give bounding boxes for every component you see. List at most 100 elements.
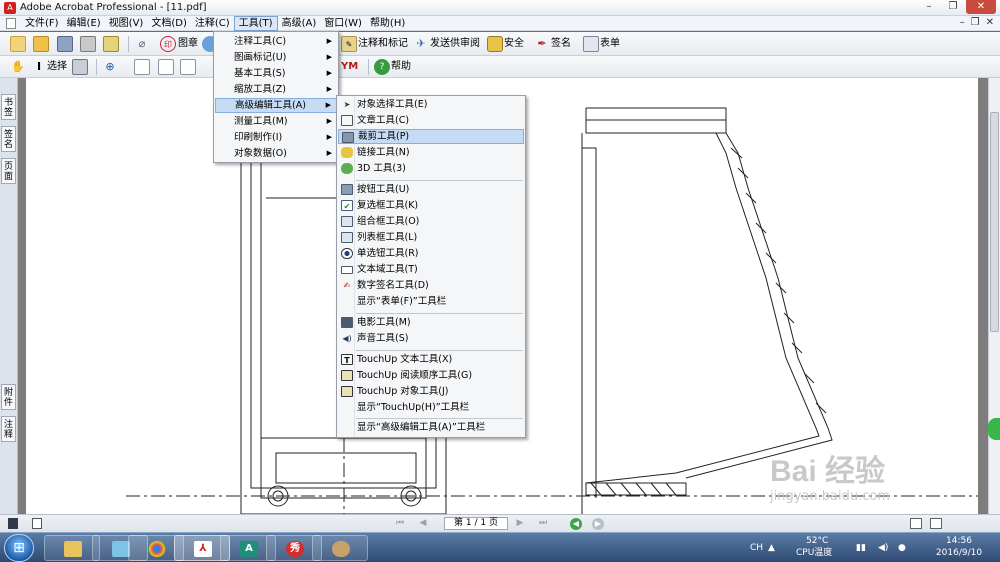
comment-markup-label[interactable]: 注释和标记 xyxy=(358,36,408,52)
doc-close-button[interactable]: ✕ xyxy=(986,17,994,28)
menu-advanced[interactable]: 高级(A) xyxy=(278,16,321,31)
submenu-item-button[interactable]: 按钮工具(U) xyxy=(338,182,524,197)
page-indicator[interactable]: 第 1 / 1 页 xyxy=(444,517,508,530)
single-page-icon[interactable] xyxy=(910,518,922,529)
submenu-item-touchup-object[interactable]: TouchUp 对象工具(J) xyxy=(338,384,524,399)
send-review-icon[interactable]: ✈ xyxy=(413,36,429,52)
tab-pages[interactable]: 页面 xyxy=(1,158,16,184)
forms-icon[interactable] xyxy=(583,36,599,52)
menu-window[interactable]: 窗口(W) xyxy=(320,16,366,31)
vertical-scrollbar[interactable] xyxy=(988,78,1000,514)
pen-icon[interactable]: ✒ xyxy=(534,36,550,52)
fit-width-icon[interactable] xyxy=(180,59,196,75)
menu-comments[interactable]: 注释(C) xyxy=(191,16,234,31)
volume-icon[interactable]: ◀) xyxy=(878,543,888,554)
input-language[interactable]: CH xyxy=(750,543,763,554)
typewriter-label[interactable]: YM xyxy=(341,59,358,75)
next-page-button[interactable]: ▶ xyxy=(513,517,527,530)
forms-label[interactable]: 表单 xyxy=(600,36,620,52)
menu-item-zoom-tools[interactable]: 缩放工具(Z) ▶ xyxy=(215,82,337,97)
hand-tool-icon[interactable]: ✋ xyxy=(10,59,26,75)
organize-icon[interactable] xyxy=(103,36,119,52)
create-pdf-icon[interactable] xyxy=(10,36,26,52)
menu-item-print-production[interactable]: 印刷制作(I) ▶ xyxy=(215,130,337,145)
send-review-label[interactable]: 发送供审阅 xyxy=(430,36,480,52)
menu-tools[interactable]: 工具(T) xyxy=(233,15,278,31)
clock-time[interactable]: 14:56 xyxy=(933,536,985,547)
menu-item-comment-tools[interactable]: 注释工具(C) ▶ xyxy=(215,34,337,49)
side-action-button[interactable] xyxy=(988,418,1000,440)
menu-view[interactable]: 视图(V) xyxy=(105,16,148,31)
submenu-item-link[interactable]: 链接工具(N) xyxy=(338,145,524,160)
page-size-icon[interactable] xyxy=(32,518,42,529)
submenu-item-show-advanced-toolbar[interactable]: 显示“高级编辑工具(A)”工具栏 xyxy=(338,420,524,435)
submenu-item-combobox[interactable]: 组合框工具(O) xyxy=(338,214,524,229)
submenu-item-sound[interactable]: ◀) 声音工具(S) xyxy=(338,331,524,346)
submenu-item-movie[interactable]: 电影工具(M) xyxy=(338,315,524,330)
menu-document[interactable]: 文档(D) xyxy=(147,16,191,31)
submenu-item-show-touchup-toolbar[interactable]: 显示“TouchUp(H)”工具栏 xyxy=(338,400,524,415)
menu-item-measuring-tools[interactable]: 测量工具(M) ▶ xyxy=(215,114,337,129)
help-icon[interactable]: ? xyxy=(374,59,390,75)
menu-edit[interactable]: 编辑(E) xyxy=(63,16,105,31)
taskbar-app-paint[interactable] xyxy=(312,535,368,561)
close-button[interactable]: ✕ xyxy=(966,0,996,14)
prev-page-button[interactable]: ◀ xyxy=(416,517,430,530)
snapshot-icon[interactable] xyxy=(72,59,88,75)
submenu-item-digital-signature[interactable]: ✍ 数字签名工具(D) xyxy=(338,278,524,293)
select-tool-icon[interactable]: I xyxy=(31,59,47,75)
last-page-button[interactable]: ⏭ xyxy=(536,517,550,530)
doc-minimize-button[interactable]: – xyxy=(960,17,965,28)
doc-restore-button[interactable]: ❐ xyxy=(971,17,980,28)
menu-file[interactable]: 文件(F) xyxy=(21,16,63,31)
first-page-button[interactable]: ⏮ xyxy=(393,517,407,530)
submenu-item-show-forms-toolbar[interactable]: 显示“表单(F)”工具栏 xyxy=(338,294,524,309)
scrollbar-thumb[interactable] xyxy=(990,112,999,332)
stamp-icon[interactable]: 印 xyxy=(160,36,176,52)
attach-icon[interactable]: ⌀ xyxy=(134,36,150,52)
submenu-item-radio[interactable]: 单选钮工具(R) xyxy=(338,246,524,261)
fit-page-icon[interactable] xyxy=(158,59,174,75)
start-button[interactable]: ⊞ xyxy=(4,534,34,562)
tab-attachments[interactable]: 附件 xyxy=(1,384,16,410)
tab-comments[interactable]: 注释 xyxy=(1,416,16,442)
previous-view-icon[interactable]: ◀ xyxy=(570,518,582,530)
menu-item-object-data[interactable]: 对象数据(O) ▶ xyxy=(215,146,337,161)
comment-markup-icon[interactable]: ✎ xyxy=(341,36,357,52)
tray-expand-icon[interactable]: ▲ xyxy=(768,543,775,554)
minimize-button[interactable]: – xyxy=(918,0,940,14)
menu-help[interactable]: 帮助(H) xyxy=(366,16,409,31)
network-icon[interactable]: ▮▮ xyxy=(856,543,866,554)
menu-item-advanced-editing[interactable]: 高级编辑工具(A) ▶ xyxy=(215,98,337,113)
menu-item-drawing-markups[interactable]: 图画标记(U) ▶ xyxy=(215,50,337,65)
continuous-icon[interactable] xyxy=(930,518,942,529)
tab-bookmarks[interactable]: 书签 xyxy=(1,94,16,120)
panel-toggle-icon[interactable] xyxy=(8,518,18,529)
tab-signatures[interactable]: 签名 xyxy=(1,126,16,152)
submenu-item-touchup-reading-order[interactable]: TouchUp 阅读顺序工具(G) xyxy=(338,368,524,383)
next-view-icon[interactable]: ▶ xyxy=(592,518,604,530)
security-label[interactable]: 安全 xyxy=(504,36,524,52)
submenu-item-textfield[interactable]: 文本域工具(T) xyxy=(338,262,524,277)
document-icon[interactable] xyxy=(6,17,16,29)
actual-size-icon[interactable] xyxy=(134,59,150,75)
submenu-item-object-select[interactable]: ➤ 对象选择工具(E) xyxy=(338,97,524,112)
sign-label[interactable]: 签名 xyxy=(551,36,571,52)
submenu-item-listbox[interactable]: 列表框工具(L) xyxy=(338,230,524,245)
menu-item-basic-tools[interactable]: 基本工具(S) ▶ xyxy=(215,66,337,81)
save-icon[interactable] xyxy=(57,36,73,52)
zoom-in-icon[interactable]: ⊕ xyxy=(102,59,118,75)
help-label[interactable]: 帮助 xyxy=(391,59,411,75)
submenu-item-crop[interactable]: 裁剪工具(P) xyxy=(338,129,524,144)
submenu-item-article[interactable]: 文章工具(C) xyxy=(338,113,524,128)
submenu-item-checkbox[interactable]: ✔ 复选框工具(K) xyxy=(338,198,524,213)
stamp-label[interactable]: 图章 xyxy=(178,36,198,52)
select-tool-label[interactable]: 选择 xyxy=(47,59,67,75)
open-folder-icon[interactable] xyxy=(33,36,49,52)
submenu-item-3d[interactable]: 3D 工具(3) xyxy=(338,161,524,176)
lock-icon[interactable] xyxy=(487,36,503,52)
tray-app-icon[interactable]: ● xyxy=(898,543,906,554)
print-icon[interactable] xyxy=(80,36,96,52)
submenu-item-touchup-text[interactable]: T TouchUp 文本工具(X) xyxy=(338,352,524,367)
clock-date[interactable]: 2016/9/10 xyxy=(933,548,985,559)
